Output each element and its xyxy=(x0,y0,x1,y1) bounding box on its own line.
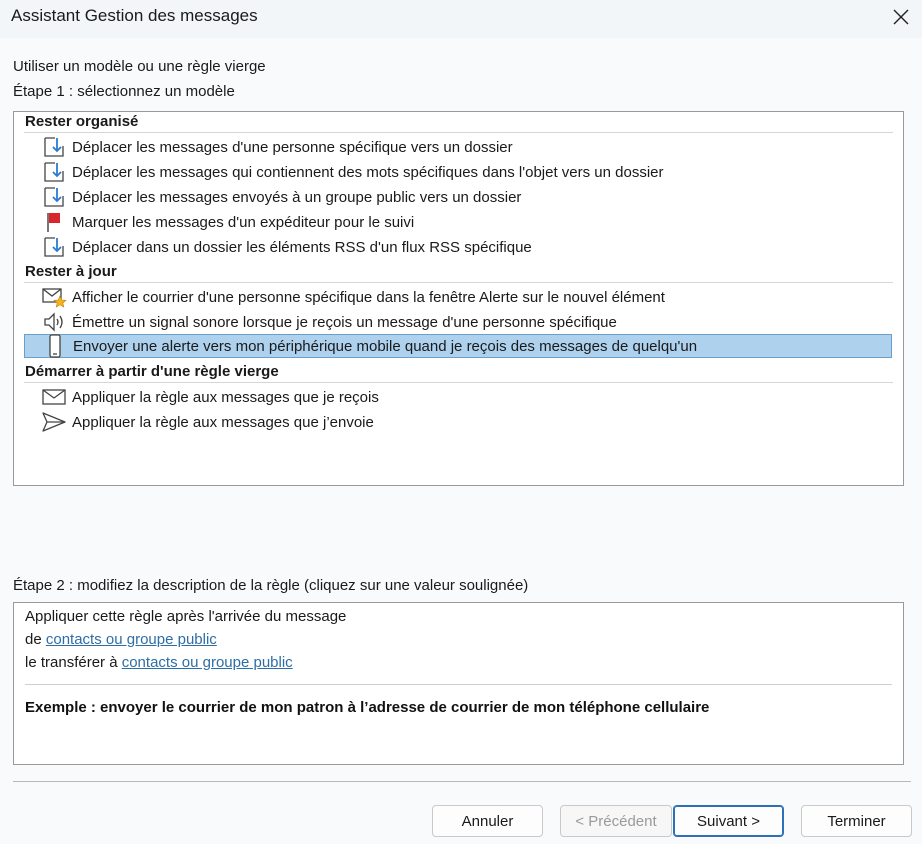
template-item-selected[interactable]: Envoyer une alerte vers mon périphérique… xyxy=(24,334,892,358)
template-item-label: Émettre un signal sonore lorsque je reço… xyxy=(72,313,617,331)
move-to-folder-icon xyxy=(41,135,67,159)
template-item[interactable]: Déplacer les messages qui contiennent de… xyxy=(24,160,892,184)
template-item-label: Marquer les messages d'un expéditeur pou… xyxy=(72,213,415,231)
next-button[interactable]: Suivant > xyxy=(673,805,784,837)
speaker-icon xyxy=(41,310,67,334)
template-item[interactable]: Appliquer la règle aux messages que je r… xyxy=(24,385,892,409)
template-item-label: Appliquer la règle aux messages que je r… xyxy=(72,388,379,406)
group-divider xyxy=(24,382,893,383)
move-to-folder-icon xyxy=(41,185,67,209)
group-header-rester-organise: Rester organisé xyxy=(25,113,139,130)
template-item[interactable]: Émettre un signal sonore lorsque je reço… xyxy=(24,310,892,334)
template-item[interactable]: Marquer les messages d'un expéditeur pou… xyxy=(24,210,892,234)
close-icon xyxy=(893,9,909,25)
step1-label: Étape 1 : sélectionnez un modèle xyxy=(13,83,235,100)
title-bar: Assistant Gestion des messages xyxy=(0,0,922,38)
cancel-button[interactable]: Annuler xyxy=(432,805,543,837)
template-item-label: Déplacer les messages qui contiennent de… xyxy=(72,163,664,181)
group-divider xyxy=(24,282,893,283)
example-text: Exemple : envoyer le courrier de mon pat… xyxy=(25,699,710,716)
rule-description-box: Appliquer cette règle après l'arrivée du… xyxy=(13,602,904,765)
footer-divider xyxy=(13,781,911,782)
move-to-folder-icon xyxy=(41,160,67,184)
template-item[interactable]: Appliquer la règle aux messages que j’en… xyxy=(24,410,892,434)
template-item-label: Afficher le courrier d'une personne spéc… xyxy=(72,288,665,306)
mail-alert-star-icon xyxy=(41,285,67,309)
mobile-phone-icon xyxy=(42,334,68,358)
window-title: Assistant Gestion des messages xyxy=(11,6,258,25)
red-flag-icon xyxy=(41,210,67,234)
move-to-folder-icon xyxy=(41,235,67,259)
desc-prefix: le transférer à xyxy=(25,654,118,671)
desc-divider xyxy=(25,684,892,685)
intro-label: Utiliser un modèle ou une règle vierge xyxy=(13,58,266,75)
template-item[interactable]: Afficher le courrier d'une personne spéc… xyxy=(24,285,892,309)
group-header-regle-vierge: Démarrer à partir d'une règle vierge xyxy=(25,363,279,380)
template-item-label: Déplacer les messages d'une personne spé… xyxy=(72,138,513,156)
group-header-rester-a-jour: Rester à jour xyxy=(25,263,117,280)
envelope-icon xyxy=(41,385,67,409)
desc-line-3: le transférer à contacts ou groupe publi… xyxy=(25,654,293,671)
template-item-label: Envoyer une alerte vers mon périphérique… xyxy=(73,337,698,355)
desc-line-2: de contacts ou groupe public xyxy=(25,631,217,648)
contacts-link-from[interactable]: contacts ou groupe public xyxy=(46,631,217,648)
template-item[interactable]: Déplacer les messages d'une personne spé… xyxy=(24,135,892,159)
send-icon xyxy=(41,410,67,434)
group-divider xyxy=(24,132,893,133)
desc-line-1: Appliquer cette règle après l'arrivée du… xyxy=(25,608,347,625)
desc-prefix: de xyxy=(25,631,42,648)
template-item-label: Déplacer les messages envoyés à un group… xyxy=(72,188,522,206)
finish-button[interactable]: Terminer xyxy=(801,805,912,837)
template-item-label: Appliquer la règle aux messages que j’en… xyxy=(72,413,374,431)
previous-button[interactable]: < Précédent xyxy=(560,805,672,837)
template-item[interactable]: Déplacer dans un dossier les éléments RS… xyxy=(24,235,892,259)
template-item-label: Déplacer dans un dossier les éléments RS… xyxy=(72,238,532,256)
template-item[interactable]: Déplacer les messages envoyés à un group… xyxy=(24,185,892,209)
close-button[interactable] xyxy=(886,2,916,32)
template-listbox[interactable]: Rester organisé Déplacer les messages d'… xyxy=(13,111,904,486)
step2-label: Étape 2 : modifiez la description de la … xyxy=(13,577,529,594)
contacts-link-forward[interactable]: contacts ou groupe public xyxy=(122,654,293,671)
